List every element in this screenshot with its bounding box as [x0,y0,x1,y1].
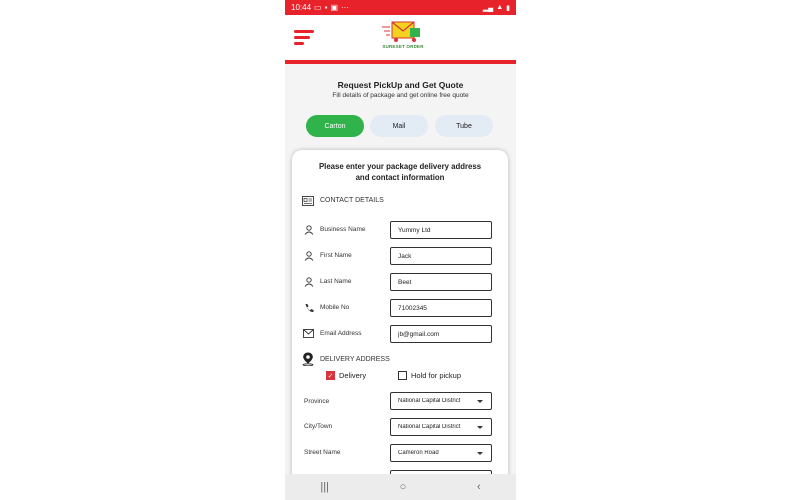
street-label: Street Name [304,449,341,456]
form-heading-line-2: and contact information [355,173,445,182]
package-type-tabs: Carton Mail Tube [306,115,496,137]
mobile-input[interactable]: 71002345 [390,299,492,317]
location-pin-icon [302,352,314,366]
status-bar: 10:44 ▭ ▪ ▣ ··· ▂▄ ▲ ▮ [285,0,516,15]
dropdown-caret-icon [477,400,483,403]
delivery-option-label: Delivery [339,371,367,380]
business-name-label-row: Business Name [303,224,366,235]
message-icon: ▪ [324,3,328,12]
delivery-checkbox[interactable]: ✓ Delivery [326,371,366,380]
status-more: ··· [341,3,349,12]
person-icon [303,250,314,261]
last-name-label: Last Name [320,278,352,285]
hold-for-pickup-checkbox[interactable]: Hold for pickup [398,371,461,380]
address-form-card: Please enter your package delivery addre… [292,150,508,490]
city-label: City/Town [304,423,333,430]
mail-icon [303,328,314,339]
home-button[interactable]: ○ [400,481,407,493]
delivery-section-header: DELIVERY ADDRESS [302,352,390,366]
page-subtitle: Fill details of package and get online f… [332,92,469,99]
tab-mail[interactable]: Mail [370,115,428,137]
brand-logo: SURESET ORDER [380,20,426,52]
form-heading-line-1: Please enter your package delivery addre… [318,162,482,171]
business-name-input[interactable]: Yummy Ltd [390,221,492,239]
delivery-section-title: DELIVERY ADDRESS [320,355,390,363]
system-nav-bar: ||| ○ ‹ [285,474,516,500]
recent-apps-button[interactable]: ||| [320,481,329,493]
city-select[interactable]: National Capital District [390,418,492,436]
dropdown-caret-icon [477,452,483,455]
street-select[interactable]: Cameron Road [390,444,492,462]
signal-icon: ▂▄ [482,4,494,12]
province-value: National Capital District [398,397,461,404]
dropdown-caret-icon [477,426,483,429]
contact-card-icon [302,196,314,206]
business-name-label: Business Name [320,226,366,233]
first-name-label: First Name [320,252,352,259]
tab-tube[interactable]: Tube [435,115,493,137]
first-name-input[interactable]: Jack [390,247,492,265]
hold-option-label: Hold for pickup [411,371,462,380]
form-heading: Please enter your package delivery addre… [292,161,508,183]
notification-icon: ▣ [330,3,338,12]
person-icon [303,224,314,235]
email-label-row: Email Address [303,328,362,339]
page-title: Request PickUp and Get Quote [337,80,464,90]
last-name-input[interactable]: Beet [390,273,492,291]
menu-icon[interactable] [294,30,316,46]
checkbox-checked-icon[interactable]: ✓ [326,371,335,380]
province-label: Province [304,398,330,405]
phone-screen: 10:44 ▭ ▪ ▣ ··· ▂▄ ▲ ▮ SURESET ORDER Req… [285,0,516,500]
status-time: 10:44 [291,3,312,12]
person-icon [303,276,314,287]
email-label: Email Address [320,330,362,337]
street-value: Cameron Road [398,449,439,456]
mobile-label: Mobile No [320,304,350,311]
tab-carton[interactable]: Carton [306,115,364,137]
gallery-icon: ▭ [314,3,322,12]
contact-section-header: CONTACT DETAILS [302,195,384,206]
envelope-truck-icon [382,21,420,42]
checkbox-unchecked-icon[interactable] [398,371,407,380]
city-value: National Capital District [398,423,461,430]
last-name-label-row: Last Name [303,276,351,287]
mobile-label-row: Mobile No [303,302,349,313]
wifi-icon: ▲ [496,4,504,11]
phone-icon [303,302,314,313]
province-select[interactable]: National Capital District [390,392,492,410]
contact-section-title: CONTACT DETAILS [320,197,384,204]
logo-text: SURESET ORDER [382,44,424,49]
email-input[interactable]: jb@gmail.com [390,325,492,343]
first-name-label-row: First Name [303,250,352,261]
header-divider [285,60,516,64]
battery-icon: ▮ [506,4,510,12]
back-button[interactable]: ‹ [477,481,481,493]
